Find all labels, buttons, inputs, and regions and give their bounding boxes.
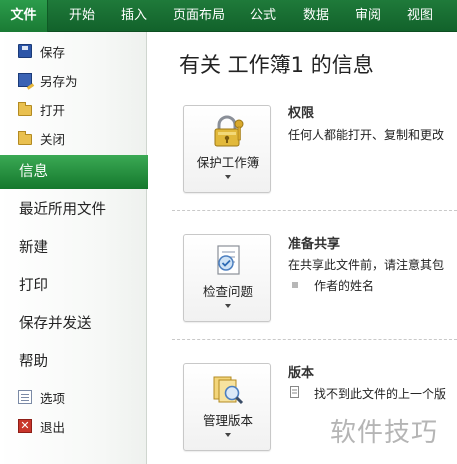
bullet-marker [292, 282, 298, 288]
chevron-down-icon [225, 175, 231, 179]
manage-versions-label: 管理版本 [202, 413, 253, 428]
sidebar-item-info-label: 信息 [19, 164, 48, 180]
protect-workbook-button[interactable]: 保护工作簿 [183, 105, 271, 193]
permissions-heading: 权限 [288, 106, 315, 121]
sidebar-item-save[interactable]: 保存 [18, 40, 65, 62]
tab-review[interactable]: 审阅 [348, 0, 388, 32]
tab-data[interactable]: 数据 [296, 0, 336, 32]
chevron-down-icon [225, 304, 231, 308]
tab-page-layout[interactable]: 页面布局 [168, 0, 230, 32]
sidebar-item-options-label: 选项 [40, 390, 66, 406]
sidebar-item-save-send[interactable]: 保存并发送 [0, 307, 147, 341]
sidebar-item-save-as[interactable]: 另存为 [18, 69, 78, 91]
sidebar-item-open[interactable]: 打开 [18, 98, 65, 120]
sidebar-item-open-label: 打开 [40, 102, 66, 118]
check-issues-button[interactable]: 检查问题 [183, 234, 271, 322]
sidebar-item-new[interactable]: 新建 [0, 231, 147, 265]
section-divider [172, 339, 457, 340]
section-divider [172, 210, 457, 211]
sidebar-item-exit-label: 退出 [40, 419, 66, 435]
ribbon-tab-bar: 文件 开始 插入 页面布局 公式 数据 审阅 视图 [0, 0, 457, 32]
manage-versions-button[interactable]: 管理版本 [183, 363, 271, 451]
sidebar-item-help[interactable]: 帮助 [0, 345, 147, 379]
sidebar-item-recent[interactable]: 最近所用文件 [0, 193, 147, 227]
save-as-icon [18, 73, 32, 87]
open-folder-icon [18, 101, 32, 116]
sidebar-item-info[interactable]: 信息 [0, 155, 157, 189]
options-document-icon [18, 390, 32, 404]
permissions-description: 任何人都能打开、复制和更改 [288, 128, 445, 142]
protect-workbook-label: 保护工作簿 [196, 155, 260, 170]
tab-home[interactable]: 开始 [62, 0, 102, 32]
backstage-sidebar: 保存 另存为 打开 关闭 信息 最近所用文件 新建 打印 保存并发送 帮助 选项… [0, 32, 157, 464]
prepare-sharing-heading: 准备共享 [288, 237, 341, 252]
tab-formulas[interactable]: 公式 [243, 0, 283, 32]
versions-heading: 版本 [288, 366, 315, 381]
info-panel: 有关 工作簿1 的信息 保护工作簿 权限 任何人都能打开、复制和更改 检查问题 … [148, 32, 457, 464]
tab-file[interactable]: 文件 [0, 0, 48, 32]
page-title: 有关 工作簿1 的信息 [179, 53, 374, 77]
document-small-icon [290, 386, 299, 398]
close-folder-icon [18, 130, 32, 145]
tab-insert[interactable]: 插入 [114, 0, 154, 32]
lock-key-icon [214, 115, 244, 147]
sidebar-item-close[interactable]: 关闭 [18, 127, 65, 149]
prepare-sharing-bullet: 作者的姓名 [314, 279, 375, 293]
save-icon [18, 44, 32, 58]
exit-icon: ✕ [18, 419, 32, 433]
check-issues-label: 检查问题 [202, 284, 253, 299]
sidebar-item-save-as-label: 另存为 [40, 73, 78, 89]
sidebar-item-options[interactable]: 选项 [18, 386, 65, 408]
watermark-text: 软件技巧 [330, 418, 439, 448]
prepare-sharing-description: 在共享此文件前，请注意其包 [288, 258, 445, 272]
document-check-icon [217, 245, 240, 275]
sidebar-item-save-label: 保存 [40, 44, 66, 60]
sidebar-item-exit[interactable]: ✕ 退出 [18, 415, 65, 437]
sidebar-item-close-label: 关闭 [40, 131, 66, 147]
chevron-down-icon [225, 433, 231, 437]
versions-documents-icon [213, 376, 244, 405]
versions-description: 找不到此文件的上一个版 [314, 387, 447, 401]
tab-view[interactable]: 视图 [400, 0, 440, 32]
sidebar-item-print[interactable]: 打印 [0, 269, 147, 303]
